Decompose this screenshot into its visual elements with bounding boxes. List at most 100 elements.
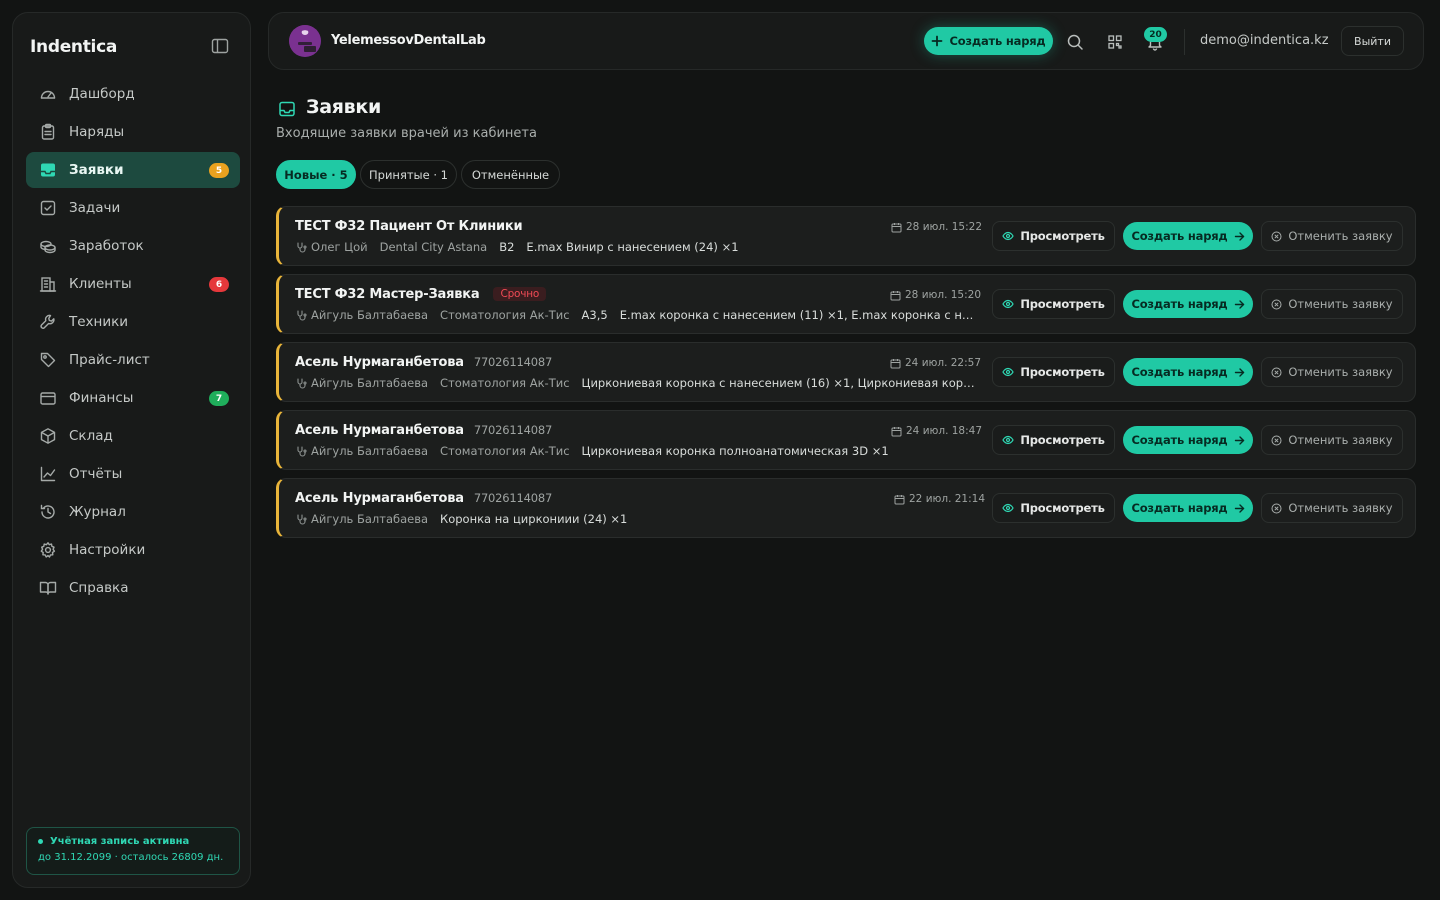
cancel-request-button[interactable]: Отменить заявку (1261, 357, 1403, 387)
view-button[interactable]: Просмотреть (992, 221, 1115, 251)
sidebar-item-reports[interactable]: Отчёты (26, 456, 240, 492)
request-date: 28 июл. 15:20 (905, 289, 982, 301)
create-order-button[interactable]: Создать наряд (1123, 358, 1253, 386)
sidebar-item-label: Настройки (69, 542, 146, 558)
tab-new[interactable]: Новые · 5 (276, 160, 356, 189)
logout-button[interactable]: Выйти (1341, 26, 1404, 56)
tab-accepted[interactable]: Принятые · 1 (360, 160, 457, 189)
search-icon[interactable] (1066, 33, 1084, 51)
status-tabs: Новые · 5 Принятые · 1 Отменённые (276, 160, 564, 189)
inbox-icon (39, 161, 57, 179)
wrench-icon (39, 313, 57, 331)
sidebar-item-price-list[interactable]: Прайс-лист (26, 342, 240, 378)
wallet-icon (39, 389, 57, 407)
page-subtitle: Входящие заявки врачей из кабинета (276, 126, 537, 141)
create-order-button[interactable]: Создать наряд (1123, 290, 1253, 318)
sidebar-item-label: Клиенты (69, 276, 132, 292)
inbox-icon (278, 100, 296, 118)
calendar-icon (891, 222, 902, 233)
shade: A3,5 (581, 308, 608, 322)
sidebar-item-label: Журнал (69, 504, 126, 520)
brand-logo[interactable]: Indentica (30, 37, 117, 57)
request-items: Коронка на циркониии (24) ×1 (440, 512, 628, 526)
view-button[interactable]: Просмотреть (992, 289, 1115, 319)
request-items: Циркониевая коронка с нанесением (16) ×1… (581, 376, 982, 390)
cancel-request-button[interactable]: Отменить заявку (1261, 221, 1403, 251)
sidebar-item-settings[interactable]: Настройки (26, 532, 240, 568)
cancel-request-button[interactable]: Отменить заявку (1261, 493, 1403, 523)
sidebar-item-label: Прайс-лист (69, 352, 150, 368)
doctor-name: Айгуль Балтабаева (311, 444, 429, 458)
create-order-button[interactable]: Создать наряд (1123, 494, 1253, 522)
book-icon (39, 579, 57, 597)
request-card: Асель Нурмаганбетова 77026114087 Айгуль Б… (276, 410, 1416, 470)
topbar: YelemessovDentalLab Создать наряд 20 dem… (268, 12, 1424, 70)
clients-count-badge: 6 (209, 277, 229, 292)
lab-avatar[interactable] (289, 25, 321, 57)
urgent-badge: Срочно (493, 287, 547, 301)
circle-x-icon (1271, 435, 1282, 446)
building-icon (39, 275, 57, 293)
clipboard-icon (39, 123, 57, 141)
checkbox-icon (39, 199, 57, 217)
sidebar-item-dashboard[interactable]: Дашборд (26, 76, 240, 112)
stethoscope-icon (296, 309, 307, 321)
patient-name[interactable]: Асель Нурмаганбетова (295, 355, 464, 370)
eye-icon (1002, 366, 1015, 378)
account-status-card: Учётная запись активна до 31.12.2099 · о… (26, 827, 240, 875)
notifications-badge: 20 (1144, 27, 1167, 42)
arrow-right-icon (1234, 435, 1245, 446)
sidebar-item-requests[interactable]: Заявки 5 (26, 152, 240, 188)
circle-x-icon (1271, 367, 1282, 378)
circle-x-icon (1271, 503, 1282, 514)
arrow-right-icon (1234, 367, 1245, 378)
view-button[interactable]: Просмотреть (992, 357, 1115, 387)
plus-icon (931, 35, 943, 47)
create-order-button[interactable]: Создать наряд (1123, 222, 1253, 250)
page-title: Заявки (306, 96, 381, 118)
request-date: 24 июл. 18:47 (906, 425, 983, 437)
patient-phone: 77026114087 (473, 491, 553, 505)
cancel-request-button[interactable]: Отменить заявку (1261, 425, 1403, 455)
patient-name[interactable]: ТЕСТ Ф32 Пациент От Клиники (295, 219, 523, 234)
lab-name[interactable]: YelemessovDentalLab (331, 33, 486, 48)
sidebar-item-finance[interactable]: Финансы 7 (26, 380, 240, 416)
history-icon (39, 503, 57, 521)
patient-name[interactable]: ТЕСТ Ф32 Мастер-Заявка (295, 287, 480, 302)
arrow-right-icon (1234, 231, 1245, 242)
clinic-name: Стоматология Ак-Тис (440, 376, 570, 390)
sidebar-item-earnings[interactable]: Заработок (26, 228, 240, 264)
sidebar-item-label: Справка (69, 580, 129, 596)
request-list: ТЕСТ Ф32 Пациент От Клиники Олег Цой Den… (276, 206, 1416, 546)
patient-name[interactable]: Асель Нурмаганбетова (295, 423, 464, 438)
sidebar-item-label: Заявки (69, 162, 124, 178)
sidebar-toggle-icon[interactable] (211, 38, 229, 54)
qr-code-icon[interactable] (1106, 33, 1124, 51)
view-button[interactable]: Просмотреть (992, 493, 1115, 523)
patient-name[interactable]: Асель Нурмаганбетова (295, 491, 464, 506)
sidebar-item-clients[interactable]: Клиенты 6 (26, 266, 240, 302)
sidebar-item-label: Задачи (69, 200, 121, 216)
sidebar-item-tasks[interactable]: Задачи (26, 190, 240, 226)
request-card: Асель Нурмаганбетова 77026114087 Айгуль Б… (276, 478, 1416, 538)
arrow-right-icon (1234, 299, 1245, 310)
sidebar-item-label: Техники (69, 314, 129, 330)
user-email[interactable]: demo@indentica.kz (1200, 33, 1329, 48)
sidebar-item-label: Наряды (69, 124, 125, 140)
sidebar-item-warehouse[interactable]: Склад (26, 418, 240, 454)
sidebar-item-help[interactable]: Справка (26, 570, 240, 606)
tab-cancelled[interactable]: Отменённые (461, 160, 560, 189)
circle-x-icon (1271, 231, 1282, 242)
eye-icon (1002, 434, 1015, 446)
sidebar-item-orders[interactable]: Наряды (26, 114, 240, 150)
cancel-request-button[interactable]: Отменить заявку (1261, 289, 1403, 319)
sidebar-item-technicians[interactable]: Техники (26, 304, 240, 340)
clinic-name: Стоматология Ак-Тис (440, 308, 570, 322)
view-button[interactable]: Просмотреть (992, 425, 1115, 455)
create-order-button[interactable]: Создать наряд (1123, 426, 1253, 454)
create-order-button[interactable]: Создать наряд (924, 27, 1053, 55)
sidebar-item-journal[interactable]: Журнал (26, 494, 240, 530)
request-items: E.max Винир с нанесением (24) ×1 (526, 240, 739, 254)
eye-icon (1002, 230, 1015, 242)
request-date: 22 июл. 21:14 (909, 493, 986, 505)
